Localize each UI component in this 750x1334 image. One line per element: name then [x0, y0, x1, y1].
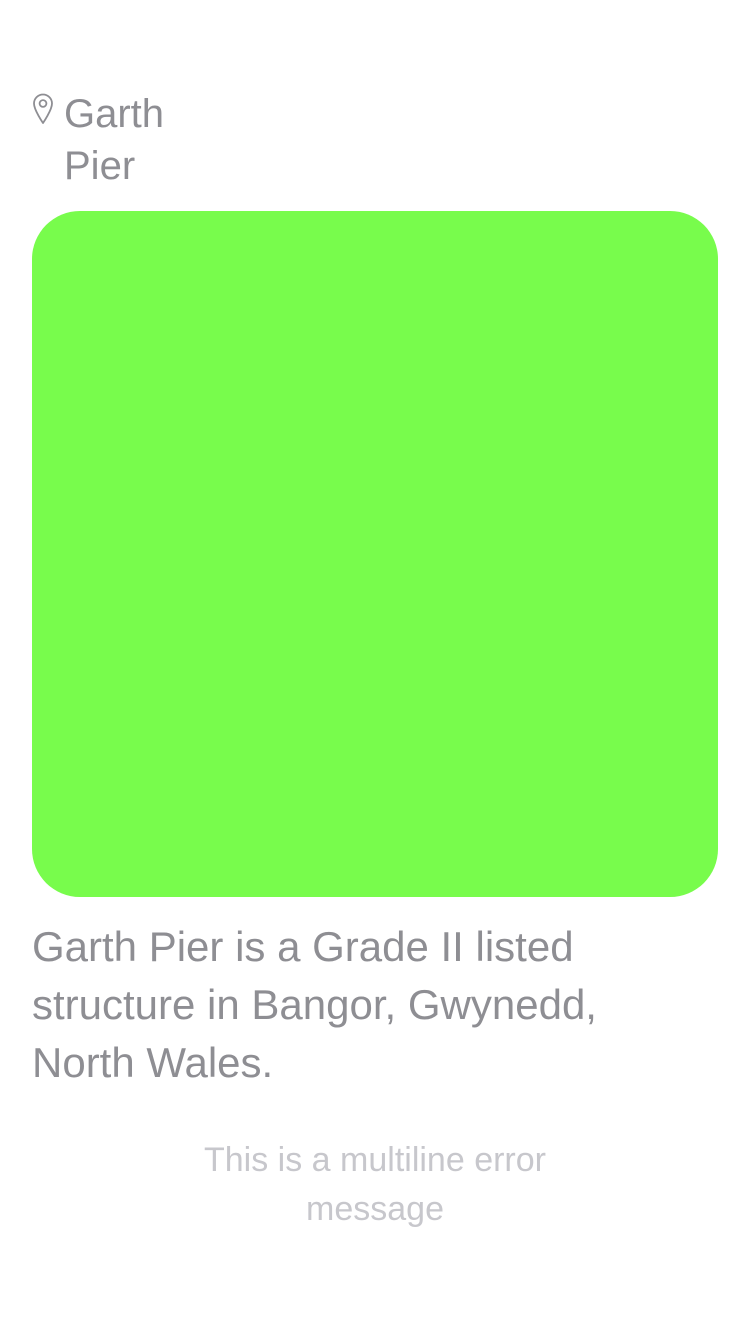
place-description: Garth Pier is a Grade II listed structur… — [32, 923, 597, 1086]
place-name: Garth Pier — [64, 92, 165, 188]
error-message: This is a multiline error message — [204, 1141, 546, 1228]
location-row: Garth Pier — [32, 88, 184, 192]
place-image — [32, 211, 718, 897]
map-pin-icon — [33, 93, 53, 124]
